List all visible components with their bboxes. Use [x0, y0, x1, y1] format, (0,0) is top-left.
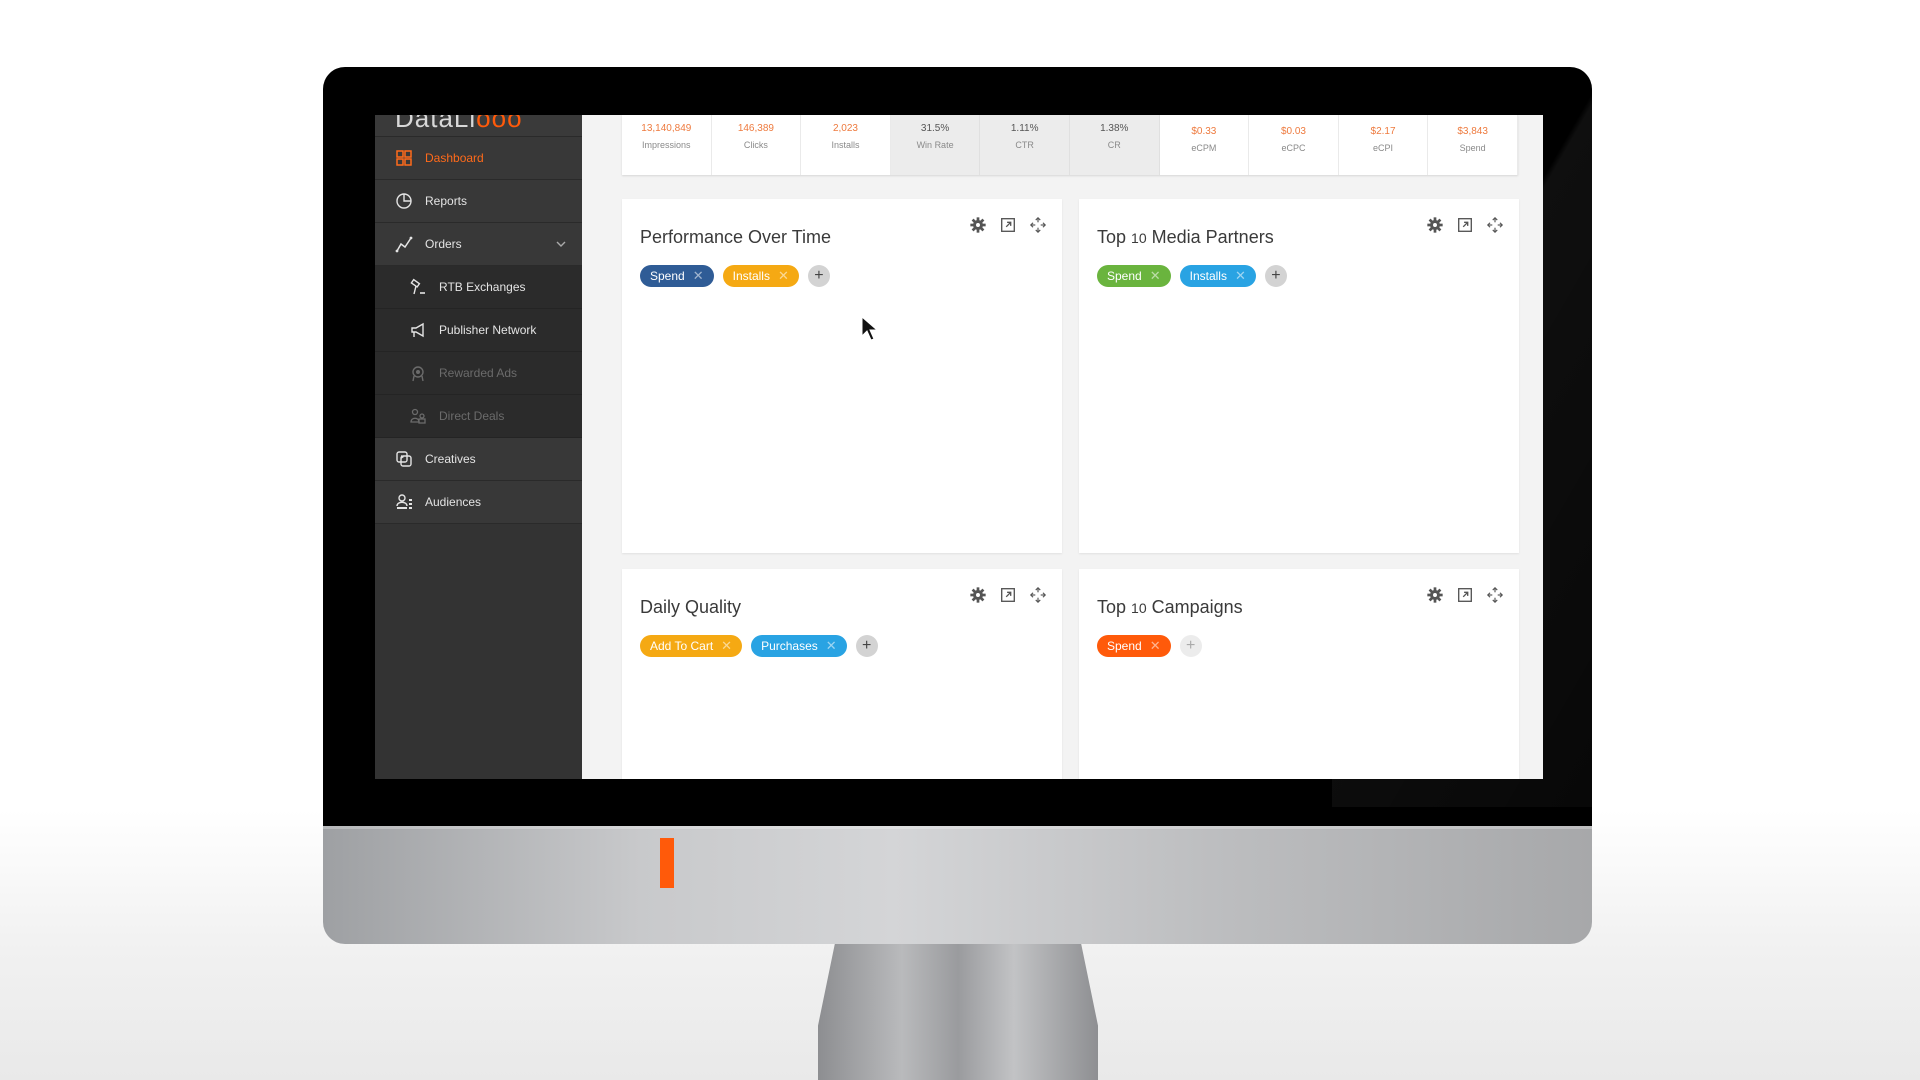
line-chart-icon — [395, 235, 413, 253]
kpi-strip: 13,140,849 Impressions 146,389 Clicks 2,023 I… — [622, 115, 1518, 175]
sidebar-item-label: Reports — [425, 194, 468, 208]
kpi-tile-spend[interactable]: $3,843 Spend — [1428, 115, 1518, 175]
sidebar-item-direct-deals: Direct Deals — [375, 395, 582, 438]
logo-text: DataLiooo — [395, 115, 523, 133]
monitor-chin — [323, 826, 1592, 944]
kpi-label: CTR — [1015, 140, 1034, 150]
performance-over-time-card: Performance Over Time 0$2,500$5,000$7,50… — [622, 199, 1062, 553]
kpi-tile-ctr[interactable]: 1.11% CTR — [980, 115, 1070, 175]
sidebar-item-rtb-exchanges[interactable]: RTB Exchanges — [375, 266, 582, 309]
kpi-label: eCPM — [1191, 143, 1217, 153]
daily-quality-card: Daily Quality 1.000.75 Add To Cart✕Purch… — [622, 569, 1062, 779]
sidebar-item-label: Audiences — [425, 495, 482, 509]
kpi-label: Spend — [1459, 143, 1486, 153]
sidebar-item-rewarded-ads: Rewarded Ads — [375, 352, 582, 395]
gavel-icon — [409, 278, 427, 296]
sidebar-item-audiences[interactable]: Audiences — [375, 481, 582, 524]
kpi-value: 2,023 — [832, 123, 858, 134]
campaigns-donut-chart — [1079, 569, 1519, 779]
sidebar-item-dashboard[interactable]: Dashboard — [375, 137, 582, 180]
screen: DataLiooo Dashboard Reports Orders RTB Exch… — [375, 115, 1543, 779]
sidebar-item-label: Publisher Network — [439, 323, 537, 337]
kpi-label: Installs — [831, 140, 860, 150]
kpi-tile-ecpm[interactable]: $0.33 eCPM — [1159, 115, 1250, 175]
kpi-label: eCPC — [1281, 143, 1306, 153]
main-content: 13,140,849 Impressions 146,389 Clicks 2,023 I… — [582, 115, 1543, 779]
kpi-tile-win-rate[interactable]: 31.5% Win Rate — [890, 115, 981, 175]
kpi-value: 1.38% — [1100, 123, 1129, 134]
sidebar-item-label: Dashboard — [425, 151, 484, 165]
kpi-value: 13,140,849 — [641, 123, 692, 134]
kpi-label: Impressions — [642, 140, 691, 150]
kpi-value: $0.33 — [1191, 126, 1217, 137]
kpi-value: $0.03 — [1280, 126, 1306, 137]
chevron-down-icon[interactable] — [556, 238, 566, 248]
medal-icon — [409, 364, 427, 382]
sidebar-item-publisher-network[interactable]: Publisher Network — [375, 309, 582, 352]
kpi-value: 31.5% — [920, 123, 950, 134]
kpi-label: eCPI — [1373, 143, 1394, 153]
kpi-value: 1.11% — [1010, 123, 1039, 134]
creatives-icon — [395, 450, 413, 468]
audiences-icon — [395, 493, 413, 511]
megaphone-icon — [409, 321, 427, 339]
kpi-label: Clicks — [743, 140, 768, 150]
monitor-stand — [818, 944, 1098, 1080]
sidebar-item-label: RTB Exchanges — [439, 280, 526, 294]
sidebar-item-label: Rewarded Ads — [439, 366, 518, 380]
sidebar-item-label: Direct Deals — [439, 409, 505, 423]
kpi-tile-clicks[interactable]: 146,389 Clicks — [711, 115, 802, 175]
top-media-partners-card: Top 10 Media Partners 0$2,500$5,000$7,50… — [1079, 199, 1519, 553]
kpi-value: $3,843 — [1457, 126, 1488, 137]
mouse-cursor-icon — [861, 316, 879, 341]
kpi-label: CR — [1107, 140, 1121, 150]
kpi-value: $2.17 — [1370, 126, 1396, 137]
people-icon — [409, 407, 427, 425]
kpi-value: 146,389 — [737, 123, 774, 134]
top-campaigns-card: Top 10 Campaigns Total Spend31415$93,920… — [1079, 569, 1519, 779]
sidebar-item-label: Creatives — [425, 452, 476, 466]
performance-chart — [622, 199, 1062, 553]
dashboard-icon — [395, 149, 413, 167]
kpi-label: Win Rate — [916, 140, 954, 150]
media-partners-chart — [1079, 199, 1519, 553]
kpi-tile-ecpc[interactable]: $0.03 eCPC — [1249, 115, 1339, 175]
sidebar-item-reports[interactable]: Reports — [375, 180, 582, 223]
sidebar-item-orders[interactable]: Orders — [375, 223, 582, 266]
kpi-tile-installs[interactable]: 2,023 Installs — [801, 115, 891, 175]
sidebar: DataLiooo Dashboard Reports Orders RTB Exch… — [375, 115, 582, 779]
logo[interactable]: DataLiooo — [375, 115, 582, 137]
kpi-tile-impressions[interactable]: 13,140,849 Impressions — [622, 115, 712, 175]
sidebar-item-label: Orders — [425, 237, 462, 251]
monitor-brand-accent — [660, 838, 674, 888]
kpi-tile-ecpi[interactable]: $2.17 eCPI — [1338, 115, 1429, 175]
daily-quality-chart — [622, 569, 1062, 779]
kpi-tile-cr[interactable]: 1.38% CR — [1069, 115, 1160, 175]
sidebar-item-creatives[interactable]: Creatives — [375, 438, 582, 481]
sidebar-nav: Dashboard Reports Orders RTB Exchanges Publi… — [375, 137, 582, 524]
pie-chart-icon — [395, 192, 413, 210]
